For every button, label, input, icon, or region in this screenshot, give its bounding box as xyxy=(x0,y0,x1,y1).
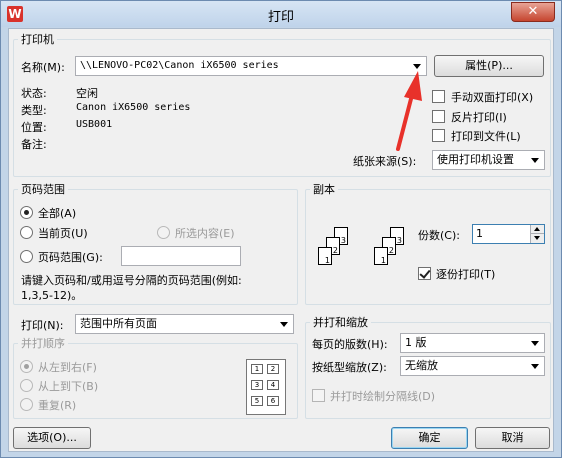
order-ttb-label: 从上到下(B) xyxy=(38,380,99,393)
status-value: 空闲 xyxy=(76,87,98,100)
page-range-legend: 页码范围 xyxy=(21,183,65,196)
pages-per-sheet-value: 1 版 xyxy=(405,336,427,349)
print-what-value: 范围中所有页面 xyxy=(80,317,157,330)
paper-source-label: 纸张来源(S): xyxy=(353,155,417,168)
order-ltr-radio[interactable] xyxy=(20,360,33,373)
range-selection-radio[interactable] xyxy=(157,226,170,239)
range-pages-label: 页码范围(G): xyxy=(38,251,103,264)
dialog-body: 打印机 名称(M): \\LENOVO-PC02\Canon iX6500 se… xyxy=(8,28,554,452)
annotation-arrow-icon xyxy=(396,71,422,151)
comment-label: 备注: xyxy=(21,138,47,151)
chevron-down-icon xyxy=(531,341,539,346)
cancel-button[interactable]: 取消 xyxy=(475,427,550,449)
range-current-radio[interactable] xyxy=(20,226,33,239)
printer-name-value: \\LENOVO-PC02\Canon iX6500 series xyxy=(80,60,279,71)
range-all-radio[interactable] xyxy=(20,206,33,219)
location-value: USB001 xyxy=(76,119,113,130)
scale-to-paper-value: 无缩放 xyxy=(405,359,438,372)
range-all-label: 全部(A) xyxy=(38,207,77,220)
draw-borders-checkbox[interactable] xyxy=(312,389,325,402)
spin-down-icon[interactable] xyxy=(530,234,544,243)
range-pages-radio[interactable] xyxy=(20,250,33,263)
range-selection-label: 所选内容(E) xyxy=(175,227,235,240)
ok-button[interactable]: 确定 xyxy=(391,427,468,449)
scale-to-paper-label: 按纸型缩放(Z): xyxy=(312,361,387,374)
print-order-legend: 并打顺序 xyxy=(21,337,65,350)
paper-source-value: 使用打印机设置 xyxy=(437,153,514,166)
order-ttb-radio[interactable] xyxy=(20,379,33,392)
chevron-down-icon xyxy=(280,322,288,327)
print-dialog: W 打印 ✕ 打印机 名称(M): \\LENOVO-PC02\Canon iX… xyxy=(0,0,562,458)
chevron-down-icon xyxy=(531,364,539,369)
reverse-print-label: 反片打印(I) xyxy=(451,111,507,124)
uncollated-pages-icon: 3 2 1 xyxy=(318,227,358,273)
paper-source-select[interactable]: 使用打印机设置 xyxy=(432,150,545,170)
status-label: 状态: xyxy=(21,87,47,100)
printer-name-label: 名称(M): xyxy=(21,61,65,74)
location-label: 位置: xyxy=(21,121,47,134)
range-current-label: 当前页(U) xyxy=(38,227,88,240)
copies-spinner[interactable]: 1 xyxy=(472,224,545,244)
print-what-label: 打印(N): xyxy=(21,319,64,332)
dialog-title: 打印 xyxy=(267,10,294,25)
scale-to-paper-select[interactable]: 无缩放 xyxy=(400,356,545,376)
manual-duplex-label: 手动双面打印(X) xyxy=(451,91,534,104)
order-ltr-label: 从左到右(F) xyxy=(38,361,97,374)
page-range-hint-line2: 1,3,5-12)。 xyxy=(21,289,83,302)
page-order-preview-icon: 1 2 3 4 5 6 xyxy=(246,359,286,415)
title-bar[interactable]: W 打印 ✕ xyxy=(1,1,561,27)
printer-name-select[interactable]: \\LENOVO-PC02\Canon iX6500 series xyxy=(75,56,427,76)
page-range-input[interactable] xyxy=(121,246,241,266)
order-repeat-label: 重复(R) xyxy=(38,399,77,412)
copies-legend: 副本 xyxy=(313,183,335,196)
copies-label: 份数(C): xyxy=(418,229,460,242)
properties-button[interactable]: 属性(P)... xyxy=(434,55,544,77)
print-what-select[interactable]: 范围中所有页面 xyxy=(75,314,294,334)
pages-per-sheet-select[interactable]: 1 版 xyxy=(400,333,545,353)
options-button[interactable]: 选项(O)... xyxy=(13,427,91,449)
page-range-hint-line1: 请键入页码和/或用逗号分隔的页码范围(例如: xyxy=(21,274,242,287)
collate-label: 逐份打印(T) xyxy=(436,268,496,281)
spin-up-icon[interactable] xyxy=(530,225,544,234)
copies-value: 1 xyxy=(476,227,483,240)
draw-borders-label: 并打时绘制分隔线(D) xyxy=(330,390,436,403)
type-value: Canon iX6500 series xyxy=(76,102,191,113)
close-button[interactable]: ✕ xyxy=(511,2,555,22)
print-to-file-label: 打印到文件(L) xyxy=(451,130,521,143)
chevron-down-icon xyxy=(531,158,539,163)
printer-group-legend: 打印机 xyxy=(21,33,54,46)
order-repeat-radio[interactable] xyxy=(20,398,33,411)
type-label: 类型: xyxy=(21,104,47,117)
collate-checkbox[interactable] xyxy=(418,267,431,280)
pages-per-sheet-label: 每页的版数(H): xyxy=(312,338,388,351)
collated-pages-icon: 3 2 1 xyxy=(374,227,414,273)
zoom-legend: 并打和缩放 xyxy=(313,316,368,329)
